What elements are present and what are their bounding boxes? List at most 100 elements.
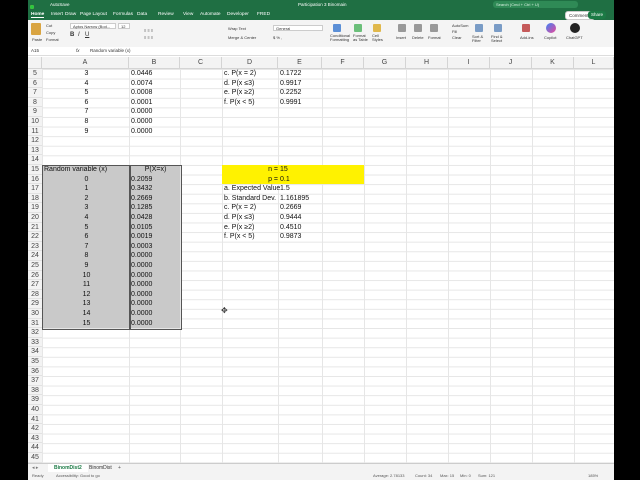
row-header-44[interactable]: 44 bbox=[28, 443, 42, 453]
select-all-corner[interactable] bbox=[28, 57, 42, 69]
column-header-i[interactable]: I bbox=[448, 57, 490, 69]
cell-b31[interactable]: 0.0000 bbox=[129, 318, 180, 329]
answer-label-4[interactable]: e. P(x ≥2) bbox=[222, 223, 278, 233]
row-header-40[interactable]: 40 bbox=[28, 405, 42, 415]
cell-a22[interactable]: 6 bbox=[42, 232, 129, 242]
cell-a6[interactable]: 4 bbox=[42, 79, 129, 89]
row-header-23[interactable]: 23 bbox=[28, 241, 42, 252]
cell-a19[interactable]: 3 bbox=[42, 203, 129, 213]
row-header-43[interactable]: 43 bbox=[28, 433, 42, 444]
cell-e8[interactable]: 0.9991 bbox=[278, 98, 322, 108]
sort-filter-button[interactable]: Sort & Filter bbox=[472, 35, 486, 43]
addins-button[interactable]: Add-ins bbox=[520, 35, 534, 40]
row-header-9[interactable]: 9 bbox=[28, 107, 42, 117]
row-header-19[interactable]: 19 bbox=[28, 203, 42, 213]
delete-cells-button[interactable]: Delete bbox=[412, 35, 424, 40]
cell-d6[interactable]: d. P(x ≤3) bbox=[222, 79, 278, 89]
cell-a24[interactable]: 8 bbox=[42, 251, 129, 261]
cell-b19[interactable]: 0.1285 bbox=[129, 203, 180, 213]
share-button[interactable]: Share bbox=[588, 11, 607, 19]
cell-b6[interactable]: 0.0074 bbox=[129, 79, 180, 89]
cell-b10[interactable]: 0.0000 bbox=[129, 117, 180, 127]
cell-e5[interactable]: 0.1722 bbox=[278, 69, 322, 79]
answer-value-5[interactable]: 0.9873 bbox=[278, 232, 322, 242]
row-header-38[interactable]: 38 bbox=[28, 385, 42, 396]
cell-b15-header[interactable]: P(X=x) bbox=[129, 165, 180, 175]
column-header-f[interactable]: F bbox=[322, 57, 364, 69]
row-header-8[interactable]: 8 bbox=[28, 97, 42, 108]
fill-button[interactable]: Fill bbox=[452, 29, 457, 34]
cell-a10[interactable]: 8 bbox=[42, 117, 129, 127]
answer-label-2[interactable]: c. P(x = 2) bbox=[222, 203, 278, 213]
font-name-select[interactable]: Aptos Narrow (Bod... bbox=[70, 23, 116, 29]
cell-b24[interactable]: 0.0000 bbox=[129, 251, 180, 261]
row-header-34[interactable]: 34 bbox=[28, 347, 42, 357]
answer-label-0[interactable]: a. Expected Value bbox=[222, 184, 280, 194]
answer-value-2[interactable]: 0.2669 bbox=[278, 203, 322, 213]
autosum-button[interactable]: AutoSum bbox=[452, 23, 468, 28]
row-header-21[interactable]: 21 bbox=[28, 222, 42, 233]
row-header-13[interactable]: 13 bbox=[28, 145, 42, 156]
accessibility-status[interactable]: Accessibility: Good to go bbox=[56, 472, 100, 480]
number-format-select[interactable]: General bbox=[273, 25, 323, 31]
row-header-24[interactable]: 24 bbox=[28, 251, 42, 261]
row-header-30[interactable]: 30 bbox=[28, 309, 42, 319]
row-header-12[interactable]: 12 bbox=[28, 136, 42, 146]
row-header-16[interactable]: 16 bbox=[28, 174, 42, 185]
formula-input[interactable]: Random variable (x) bbox=[90, 48, 131, 53]
tab-developer[interactable]: Developer bbox=[227, 12, 249, 17]
chatgpt-button[interactable]: ChatGPT bbox=[566, 35, 583, 40]
cell-e7[interactable]: 0.2252 bbox=[278, 88, 322, 98]
cell-b18[interactable]: 0.2669 bbox=[129, 193, 180, 204]
answer-label-3[interactable]: d. P(x ≤3) bbox=[222, 213, 278, 223]
cut-button[interactable]: Cut bbox=[46, 23, 52, 28]
column-header-d[interactable]: D bbox=[222, 57, 278, 69]
name-box[interactable]: A15 bbox=[31, 48, 39, 53]
paste-button[interactable] bbox=[31, 23, 41, 36]
param-value-0[interactable]: 15 bbox=[278, 165, 364, 175]
row-header-14[interactable]: 14 bbox=[28, 155, 42, 165]
answer-label-5[interactable]: f. P(x < 5) bbox=[222, 232, 278, 242]
row-header-33[interactable]: 33 bbox=[28, 337, 42, 348]
cell-b17[interactable]: 0.3432 bbox=[129, 184, 180, 194]
row-header-6[interactable]: 6 bbox=[28, 78, 42, 89]
cell-b28[interactable]: 0.0000 bbox=[129, 289, 180, 300]
cell-b7[interactable]: 0.0008 bbox=[129, 88, 180, 98]
copilot-button[interactable]: Copilot bbox=[544, 35, 556, 40]
column-header-b[interactable]: B bbox=[129, 57, 180, 69]
row-header-22[interactable]: 22 bbox=[28, 232, 42, 242]
number-format-icons[interactable]: $ % , bbox=[273, 35, 282, 40]
tab-view[interactable]: View bbox=[183, 12, 193, 17]
cell-b30[interactable]: 0.0000 bbox=[129, 309, 180, 319]
zoom-level[interactable]: 185% bbox=[588, 472, 598, 480]
column-header-h[interactable]: H bbox=[406, 57, 448, 69]
param-label-0[interactable]: n = bbox=[222, 165, 278, 175]
row-header-11[interactable]: 11 bbox=[28, 126, 42, 137]
row-header-7[interactable]: 7 bbox=[28, 88, 42, 98]
cell-a23[interactable]: 7 bbox=[42, 241, 129, 252]
cell-a7[interactable]: 5 bbox=[42, 88, 129, 98]
answer-value-0[interactable]: 1.5 bbox=[278, 184, 322, 194]
wrap-text-button[interactable]: Wrap Text bbox=[228, 26, 246, 31]
row-header-41[interactable]: 41 bbox=[28, 414, 42, 425]
tab-formulas[interactable]: Formulas bbox=[113, 12, 133, 17]
row-header-32[interactable]: 32 bbox=[28, 328, 42, 338]
cell-b8[interactable]: 0.0001 bbox=[129, 98, 180, 108]
column-header-c[interactable]: C bbox=[180, 57, 222, 69]
row-header-35[interactable]: 35 bbox=[28, 357, 42, 367]
cell-a28[interactable]: 12 bbox=[42, 289, 129, 300]
column-header-e[interactable]: E bbox=[278, 57, 322, 69]
cell-a25[interactable]: 9 bbox=[42, 261, 129, 271]
row-header-18[interactable]: 18 bbox=[28, 193, 42, 204]
search-input[interactable]: Search (Cmd + Ctrl + U) bbox=[493, 1, 578, 8]
tab-page-layout[interactable]: Page Layout bbox=[80, 12, 107, 17]
cell-a5[interactable]: 3 bbox=[42, 69, 129, 79]
row-header-25[interactable]: 25 bbox=[28, 261, 42, 271]
row-header-20[interactable]: 20 bbox=[28, 213, 42, 223]
row-header-29[interactable]: 29 bbox=[28, 299, 42, 309]
row-header-45[interactable]: 45 bbox=[28, 453, 42, 463]
param-value-1[interactable]: 0.1 bbox=[278, 174, 364, 185]
answer-value-4[interactable]: 0.4510 bbox=[278, 223, 322, 233]
row-header-5[interactable]: 5 bbox=[28, 69, 42, 79]
format-painter-button[interactable]: Format bbox=[46, 37, 59, 42]
